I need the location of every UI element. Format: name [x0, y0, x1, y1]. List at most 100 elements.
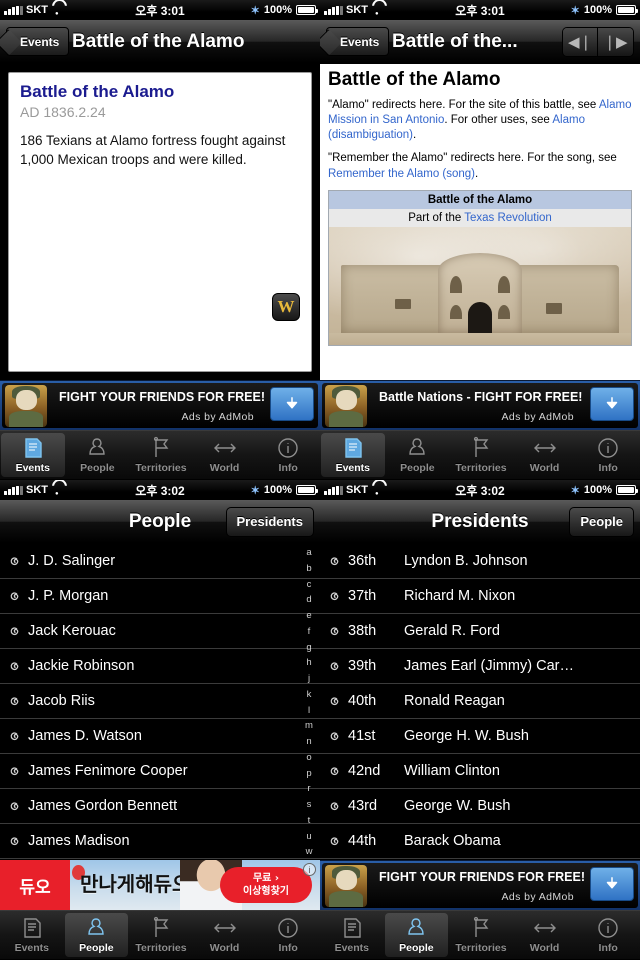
- list-item[interactable]: J. D. Salinger: [0, 544, 320, 579]
- tab-world[interactable]: World: [513, 911, 577, 959]
- tab-info[interactable]: Info: [256, 911, 320, 959]
- download-arrow-icon[interactable]: [590, 867, 634, 901]
- event-card[interactable]: Battle of the Alamo AD 1836.2.24 186 Tex…: [8, 72, 312, 372]
- link-remember-the-alamo-song[interactable]: Remember the Alamo (song): [328, 168, 475, 180]
- nav-bar: Events Battle of the Alamo: [0, 20, 320, 64]
- list-item[interactable]: Jacob Riis: [0, 684, 320, 719]
- page-title: Battle of the Alamo: [72, 30, 245, 52]
- tab-label: People: [400, 462, 435, 474]
- tab-people[interactable]: People: [386, 431, 450, 479]
- index-letter[interactable]: c: [307, 577, 312, 593]
- back-button[interactable]: Events: [326, 27, 390, 56]
- tab-people[interactable]: People: [64, 913, 129, 957]
- list-item[interactable]: 44th Barack Obama: [320, 824, 640, 859]
- index-letter[interactable]: b: [306, 561, 311, 577]
- tab-world[interactable]: World: [193, 911, 257, 959]
- spiral-bullet-icon: [328, 590, 341, 603]
- event-body: Battle of the Alamo AD 1836.2.24 186 Tex…: [0, 64, 320, 380]
- president-name: George H. W. Bush: [404, 728, 529, 744]
- presidents-list[interactable]: 36th Lyndon B. Johnson 37th Richard M. Nix…: [320, 544, 640, 860]
- duo-ad-banner[interactable]: 듀오 만나게해듀오 무료 › 이상형찾기 i: [0, 860, 320, 910]
- index-letter[interactable]: k: [307, 687, 312, 703]
- list-item[interactable]: Jackie Robinson: [0, 649, 320, 684]
- ad-title: FIGHT YOUR FRIENDS FOR FREE!: [379, 870, 586, 884]
- index-letter[interactable]: a: [306, 545, 311, 561]
- index-letter[interactable]: g: [306, 640, 311, 656]
- president-ordinal: 36th: [348, 553, 377, 569]
- list-item[interactable]: James Gordon Bennett: [0, 789, 320, 824]
- ad-app-icon: [325, 864, 367, 907]
- list-item[interactable]: James Madison: [0, 824, 320, 859]
- download-arrow-icon[interactable]: [590, 387, 634, 421]
- list-item[interactable]: James Fenimore Cooper: [0, 754, 320, 789]
- index-letter[interactable]: o: [306, 750, 311, 766]
- tab-info[interactable]: Info: [576, 431, 640, 479]
- index-letter[interactable]: j: [308, 671, 310, 687]
- tab-territories[interactable]: Territories: [449, 911, 513, 959]
- index-letter[interactable]: u: [306, 829, 311, 845]
- index-letter[interactable]: n: [306, 734, 311, 750]
- list-item[interactable]: 36th Lyndon B. Johnson: [320, 544, 640, 579]
- index-letter[interactable]: s: [307, 797, 312, 813]
- person-name: James Madison: [28, 833, 130, 849]
- tab-people[interactable]: People: [66, 431, 130, 479]
- tab-territories[interactable]: Territories: [129, 431, 193, 479]
- alphabet-index[interactable]: a b c d e f g h j k l m n o p r s t u w: [298, 544, 320, 860]
- people-button[interactable]: People: [569, 506, 634, 537]
- list-item[interactable]: 39th James Earl (Jimmy) Car…: [320, 649, 640, 684]
- duo-cta-button[interactable]: 무료 › 이상형찾기: [220, 867, 312, 903]
- list-item[interactable]: 37th Richard M. Nixon: [320, 579, 640, 614]
- spiral-bullet-icon: [8, 555, 21, 568]
- index-letter[interactable]: l: [308, 703, 310, 719]
- list-item[interactable]: 42nd William Clinton: [320, 754, 640, 789]
- tab-info[interactable]: Info: [576, 911, 640, 959]
- tab-events[interactable]: Events: [1, 433, 65, 477]
- index-letter[interactable]: h: [306, 655, 311, 671]
- tab-events[interactable]: Events: [321, 433, 385, 477]
- list-item[interactable]: J. P. Morgan: [0, 579, 320, 614]
- tab-info[interactable]: Info: [256, 431, 320, 479]
- tab-bar: Events People Territories World Info: [0, 910, 320, 959]
- tab-events[interactable]: Events: [0, 911, 64, 959]
- ad-info-icon[interactable]: i: [303, 863, 316, 876]
- people-list[interactable]: J. D. Salinger J. P. Morgan Jack Kerouac…: [0, 544, 320, 860]
- list-item[interactable]: 40th Ronald Reagan: [320, 684, 640, 719]
- battery-icon: [296, 485, 318, 495]
- list-item[interactable]: 41st George H. W. Bush: [320, 719, 640, 754]
- index-letter[interactable]: f: [308, 624, 311, 640]
- prev-arrow-icon[interactable]: ◀❘: [563, 27, 598, 56]
- next-arrow-icon[interactable]: ❘▶: [598, 27, 633, 56]
- admob-banner[interactable]: FIGHT YOUR FRIENDS FOR FREE! Ads by AdMo…: [0, 380, 320, 430]
- index-letter[interactable]: t: [308, 813, 311, 829]
- spiral-bullet-icon: [328, 555, 341, 568]
- list-item[interactable]: 43rd George W. Bush: [320, 789, 640, 824]
- panel-event-detail: SKT 오후 3:01 ✶ 100% Events Battle of the …: [0, 0, 320, 480]
- tab-territories[interactable]: Territories: [129, 911, 193, 959]
- link-texas-revolution[interactable]: Texas Revolution: [464, 212, 552, 224]
- index-letter[interactable]: m: [305, 718, 313, 734]
- tab-territories[interactable]: Territories: [449, 431, 513, 479]
- back-button[interactable]: Events: [6, 27, 70, 56]
- index-letter[interactable]: d: [306, 592, 311, 608]
- admob-banner[interactable]: Battle Nations - FIGHT FOR FREE! Ads by …: [320, 380, 640, 430]
- list-item[interactable]: Jack Kerouac: [0, 614, 320, 649]
- event-title: Battle of the Alamo: [20, 82, 175, 101]
- tab-people[interactable]: People: [384, 913, 449, 957]
- person-name: James Gordon Bennett: [28, 798, 178, 814]
- tab-world[interactable]: World: [193, 431, 257, 479]
- tab-label: World: [209, 462, 240, 474]
- index-letter[interactable]: e: [306, 608, 311, 624]
- wiki-article[interactable]: Battle of the Alamo "Alamo" redirects he…: [320, 64, 640, 380]
- tab-events[interactable]: Events: [320, 911, 384, 959]
- presidents-button[interactable]: Presidents: [225, 506, 314, 537]
- wikipedia-badge-icon[interactable]: W: [272, 293, 300, 321]
- list-item[interactable]: 38th Gerald R. Ford: [320, 614, 640, 649]
- tab-world[interactable]: World: [513, 431, 577, 479]
- download-arrow-icon[interactable]: [270, 387, 314, 421]
- president-name: William Clinton: [404, 763, 500, 779]
- admob-banner[interactable]: FIGHT YOUR FRIENDS FOR FREE! Ads by AdMo…: [320, 860, 640, 910]
- index-letter[interactable]: p: [306, 766, 311, 782]
- index-letter[interactable]: w: [306, 844, 313, 860]
- list-item[interactable]: James D. Watson: [0, 719, 320, 754]
- index-letter[interactable]: r: [307, 781, 310, 797]
